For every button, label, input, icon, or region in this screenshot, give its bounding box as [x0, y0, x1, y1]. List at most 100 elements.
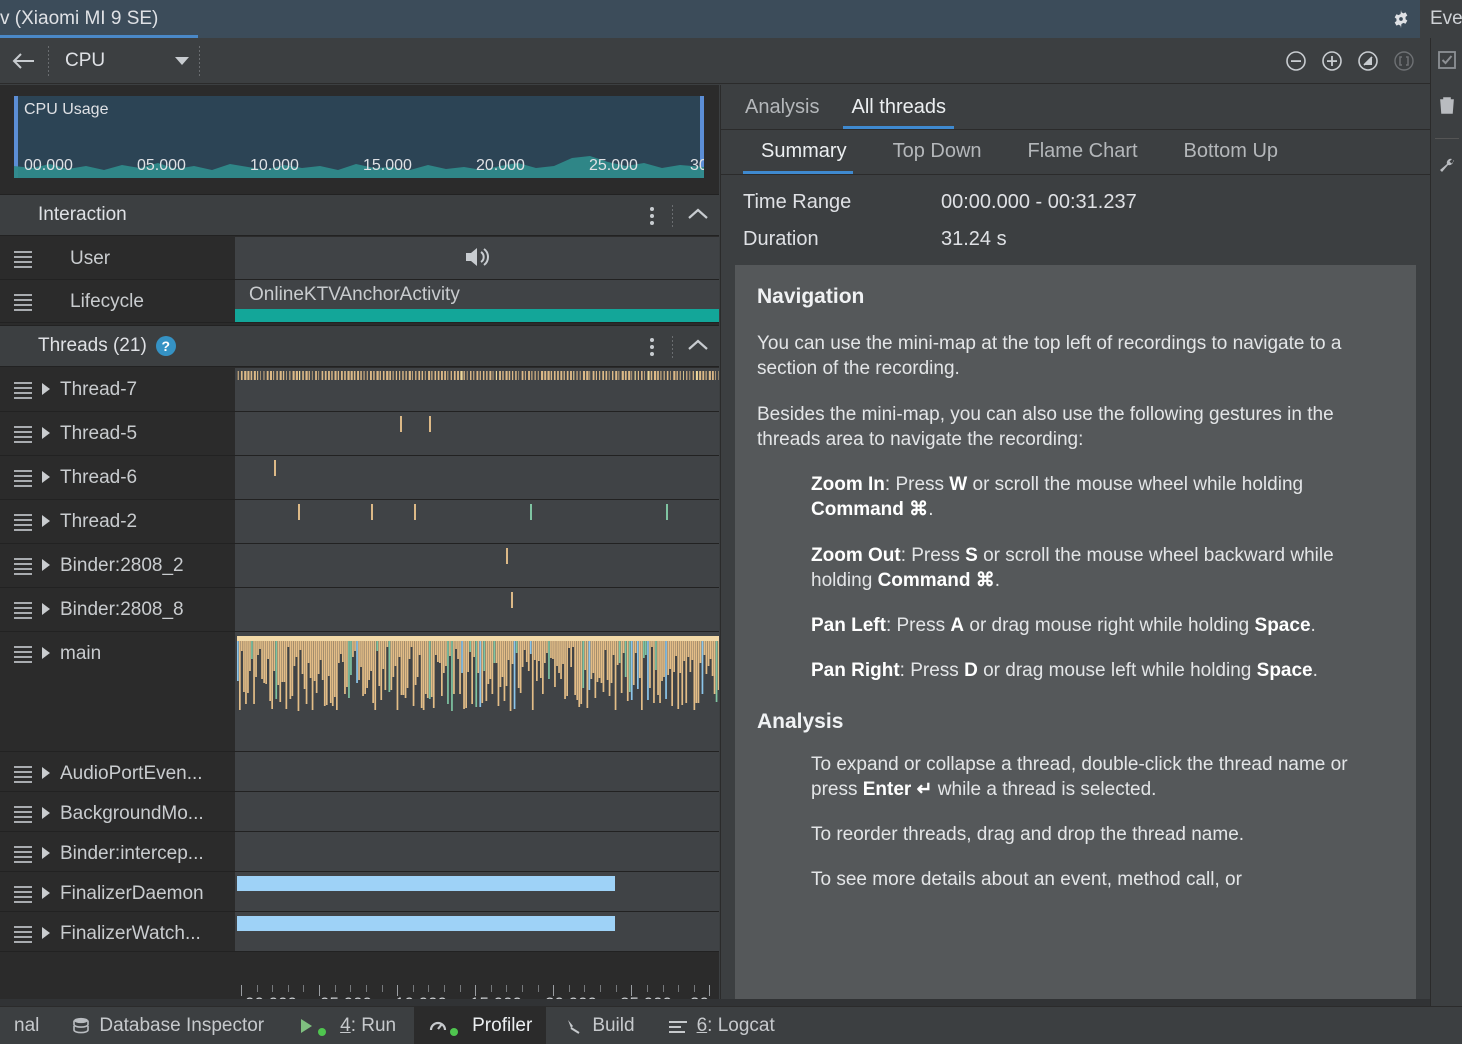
tab-all-threads[interactable]: All threads: [837, 96, 960, 129]
build-icon: [564, 1016, 584, 1036]
reset-zoom-icon[interactable]: [1356, 49, 1380, 73]
statusbar-item-4-run[interactable]: 4: Run: [282, 1007, 410, 1044]
thread-track[interactable]: [235, 500, 719, 543]
drag-handle-icon[interactable]: [14, 245, 32, 268]
help-icon[interactable]: ?: [156, 336, 176, 356]
drag-handle-icon[interactable]: [14, 920, 32, 943]
expand-arrow-icon[interactable]: [42, 887, 50, 899]
trash-icon[interactable]: [1435, 93, 1459, 122]
thread-track[interactable]: [235, 832, 719, 871]
logcat-icon: [667, 1016, 689, 1036]
expand-arrow-icon[interactable]: [42, 767, 50, 779]
statusbar-item-nal[interactable]: nal: [0, 1007, 53, 1044]
table-row[interactable]: Thread-7: [0, 368, 719, 412]
interaction-row-lifecycle[interactable]: Lifecycle OnlineKTVAnchorActivity: [0, 280, 719, 323]
chevron-up-icon[interactable]: [687, 207, 709, 226]
statusbar-item-database-inspector[interactable]: Database Inspector: [57, 1007, 278, 1044]
tab-top-down[interactable]: Top Down: [875, 140, 1000, 174]
lifecycle-activity-bar[interactable]: [235, 309, 719, 322]
expand-arrow-icon[interactable]: [42, 383, 50, 395]
expand-arrow-icon[interactable]: [42, 647, 50, 659]
profiler-type-dropdown[interactable]: CPU: [49, 38, 199, 84]
checkbox-icon[interactable]: [1435, 48, 1459, 77]
drag-handle-icon[interactable]: [14, 376, 32, 399]
expand-arrow-icon[interactable]: [42, 603, 50, 615]
table-row[interactable]: Thread-2: [0, 500, 719, 544]
zoom-in-icon[interactable]: [1320, 49, 1344, 73]
expand-arrow-icon[interactable]: [42, 559, 50, 571]
thread-track[interactable]: [235, 912, 719, 951]
drag-handle-icon[interactable]: [14, 840, 32, 863]
user-track[interactable]: [235, 237, 719, 279]
thread-activity-bar[interactable]: [237, 876, 615, 891]
section-header-interaction[interactable]: Interaction: [0, 194, 719, 236]
table-row[interactable]: FinalizerDaemon: [0, 872, 719, 912]
expand-arrow-icon[interactable]: [42, 515, 50, 527]
frame-selection-icon[interactable]: [1392, 49, 1416, 73]
thread-track[interactable]: [235, 872, 719, 911]
drag-handle-icon[interactable]: [14, 800, 32, 823]
tab-analysis[interactable]: Analysis: [731, 96, 833, 129]
table-row[interactable]: main: [0, 632, 719, 752]
table-row[interactable]: FinalizerWatch...: [0, 912, 719, 952]
drag-handle-icon[interactable]: [14, 288, 32, 311]
drag-handle-icon[interactable]: [14, 640, 32, 663]
cpu-minimap[interactable]: CPU Usage 00.000 05.000 10.000 15.000 20.000…: [14, 96, 704, 178]
summary-key-time-range: Time Range: [743, 191, 941, 214]
expand-arrow-icon[interactable]: [42, 847, 50, 859]
wrench-icon[interactable]: [1435, 155, 1459, 184]
summary-value-time-range: 00:00.000 - 00:31.237: [941, 191, 1137, 214]
statusbar-item-build[interactable]: Build: [550, 1007, 648, 1044]
zoom-out-icon[interactable]: [1284, 49, 1308, 73]
statusbar-item-profiler[interactable]: Profiler: [414, 1007, 546, 1044]
tab-summary[interactable]: Summary: [743, 140, 865, 174]
table-row[interactable]: Thread-5: [0, 412, 719, 456]
drag-handle-icon[interactable]: [14, 420, 32, 443]
thread-track[interactable]: [235, 412, 719, 455]
thread-track[interactable]: [235, 456, 719, 499]
table-row[interactable]: Binder:intercep...: [0, 832, 719, 872]
thread-row-name: Thread-7: [0, 368, 235, 411]
tab-bottom-up[interactable]: Bottom Up: [1166, 140, 1296, 174]
section-header-threads[interactable]: Threads (21) ?: [0, 325, 719, 367]
kebab-menu-icon[interactable]: [646, 334, 658, 360]
drag-handle-icon[interactable]: [14, 552, 32, 575]
thread-activity-bar[interactable]: [237, 916, 615, 931]
volume-icon[interactable]: [462, 243, 492, 276]
drag-handle-icon[interactable]: [14, 760, 32, 783]
thread-track[interactable]: [235, 368, 719, 411]
thread-track[interactable]: [235, 544, 719, 587]
chevron-up-icon[interactable]: [687, 338, 709, 357]
kebab-menu-icon[interactable]: [646, 203, 658, 229]
table-row[interactable]: BackgroundMo...: [0, 792, 719, 832]
thread-row-name: Thread-2: [0, 500, 235, 543]
expand-arrow-icon[interactable]: [42, 427, 50, 439]
thread-track[interactable]: [235, 752, 719, 791]
horizontal-scroll-strip[interactable]: [0, 999, 1430, 1006]
expand-arrow-icon[interactable]: [42, 927, 50, 939]
table-row[interactable]: Binder:2808_2: [0, 544, 719, 588]
window-title-tab[interactable]: v (Xiaomi MI 9 SE): [0, 0, 170, 38]
thread-track[interactable]: [235, 588, 719, 631]
table-row[interactable]: Binder:2808_8: [0, 588, 719, 632]
thread-track[interactable]: [235, 792, 719, 831]
threads-list[interactable]: Thread-7 Thread-5 Thread-6 Thread-2 Binder:2…: [0, 368, 719, 983]
table-row[interactable]: AudioPortEven...: [0, 752, 719, 792]
expand-arrow-icon[interactable]: [42, 471, 50, 483]
table-row[interactable]: Thread-6: [0, 456, 719, 500]
gear-icon[interactable]: [1390, 8, 1412, 30]
back-button[interactable]: [0, 38, 48, 84]
interaction-row-user[interactable]: User: [0, 237, 719, 280]
minimap-selection[interactable]: CPU Usage 00.000 05.000 10.000 15.000 20.000…: [14, 96, 704, 178]
statusbar-item-6-logcat[interactable]: 6: Logcat: [653, 1007, 789, 1044]
drag-handle-icon[interactable]: [14, 464, 32, 487]
drag-handle-icon[interactable]: [14, 880, 32, 903]
lifecycle-track[interactable]: OnlineKTVAnchorActivity: [235, 280, 719, 322]
drag-handle-icon[interactable]: [14, 596, 32, 619]
expand-arrow-icon[interactable]: [42, 807, 50, 819]
events-panel-label[interactable]: Eve: [1420, 0, 1462, 38]
activity-marker: [429, 416, 431, 432]
thread-track[interactable]: [235, 632, 719, 751]
tab-flame-chart[interactable]: Flame Chart: [1010, 140, 1156, 174]
drag-handle-icon[interactable]: [14, 508, 32, 531]
